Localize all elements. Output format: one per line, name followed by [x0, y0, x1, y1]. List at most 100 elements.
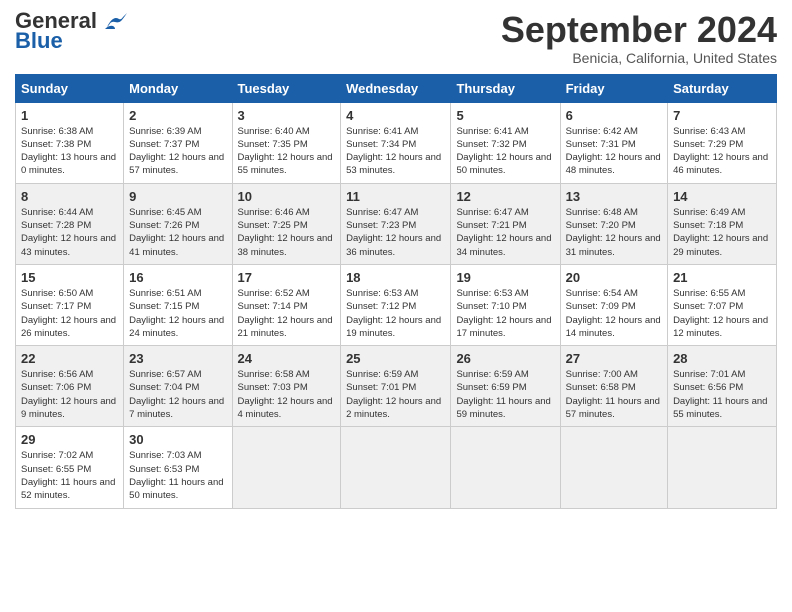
- weekday-header-friday: Friday: [560, 74, 667, 102]
- day-number: 17: [238, 270, 336, 285]
- calendar-week-2: 8 Sunrise: 6:44 AM Sunset: 7:28 PM Dayli…: [16, 183, 777, 264]
- day-cell-14: 14 Sunrise: 6:49 AM Sunset: 7:18 PM Dayl…: [668, 183, 777, 264]
- day-cell-4: 4 Sunrise: 6:41 AM Sunset: 7:34 PM Dayli…: [341, 102, 451, 183]
- day-info: Sunrise: 6:43 AM Sunset: 7:29 PM Dayligh…: [673, 125, 771, 178]
- day-info: Sunrise: 7:01 AM Sunset: 6:56 PM Dayligh…: [673, 368, 771, 421]
- weekday-header-wednesday: Wednesday: [341, 74, 451, 102]
- day-cell-5: 5 Sunrise: 6:41 AM Sunset: 7:32 PM Dayli…: [451, 102, 560, 183]
- empty-cell: [341, 427, 451, 508]
- day-cell-16: 16 Sunrise: 6:51 AM Sunset: 7:15 PM Dayl…: [124, 264, 232, 345]
- day-info: Sunrise: 6:53 AM Sunset: 7:12 PM Dayligh…: [346, 287, 445, 340]
- weekday-header-sunday: Sunday: [16, 74, 124, 102]
- day-number: 16: [129, 270, 226, 285]
- title-area: September 2024 Benicia, California, Unit…: [501, 10, 777, 66]
- day-cell-1: 1 Sunrise: 6:38 AM Sunset: 7:38 PM Dayli…: [16, 102, 124, 183]
- day-cell-30: 30 Sunrise: 7:03 AM Sunset: 6:53 PM Dayl…: [124, 427, 232, 508]
- day-info: Sunrise: 6:50 AM Sunset: 7:17 PM Dayligh…: [21, 287, 118, 340]
- day-number: 13: [566, 189, 662, 204]
- day-number: 27: [566, 351, 662, 366]
- day-cell-20: 20 Sunrise: 6:54 AM Sunset: 7:09 PM Dayl…: [560, 264, 667, 345]
- day-number: 23: [129, 351, 226, 366]
- day-cell-11: 11 Sunrise: 6:47 AM Sunset: 7:23 PM Dayl…: [341, 183, 451, 264]
- day-info: Sunrise: 6:48 AM Sunset: 7:20 PM Dayligh…: [566, 206, 662, 259]
- day-number: 22: [21, 351, 118, 366]
- day-number: 4: [346, 108, 445, 123]
- day-number: 14: [673, 189, 771, 204]
- calendar-week-5: 29 Sunrise: 7:02 AM Sunset: 6:55 PM Dayl…: [16, 427, 777, 508]
- day-info: Sunrise: 6:40 AM Sunset: 7:35 PM Dayligh…: [238, 125, 336, 178]
- day-number: 21: [673, 270, 771, 285]
- day-cell-25: 25 Sunrise: 6:59 AM Sunset: 7:01 PM Dayl…: [341, 346, 451, 427]
- day-cell-2: 2 Sunrise: 6:39 AM Sunset: 7:37 PM Dayli…: [124, 102, 232, 183]
- weekday-header-thursday: Thursday: [451, 74, 560, 102]
- day-info: Sunrise: 6:47 AM Sunset: 7:21 PM Dayligh…: [456, 206, 554, 259]
- empty-cell: [451, 427, 560, 508]
- day-info: Sunrise: 6:47 AM Sunset: 7:23 PM Dayligh…: [346, 206, 445, 259]
- day-cell-28: 28 Sunrise: 7:01 AM Sunset: 6:56 PM Dayl…: [668, 346, 777, 427]
- day-cell-21: 21 Sunrise: 6:55 AM Sunset: 7:07 PM Dayl…: [668, 264, 777, 345]
- day-info: Sunrise: 6:38 AM Sunset: 7:38 PM Dayligh…: [21, 125, 118, 178]
- day-number: 20: [566, 270, 662, 285]
- calendar-week-4: 22 Sunrise: 6:56 AM Sunset: 7:06 PM Dayl…: [16, 346, 777, 427]
- day-number: 3: [238, 108, 336, 123]
- day-info: Sunrise: 7:03 AM Sunset: 6:53 PM Dayligh…: [129, 449, 226, 502]
- day-info: Sunrise: 7:00 AM Sunset: 6:58 PM Dayligh…: [566, 368, 662, 421]
- weekday-header-monday: Monday: [124, 74, 232, 102]
- location: Benicia, California, United States: [501, 50, 777, 66]
- day-info: Sunrise: 6:53 AM Sunset: 7:10 PM Dayligh…: [456, 287, 554, 340]
- day-info: Sunrise: 6:49 AM Sunset: 7:18 PM Dayligh…: [673, 206, 771, 259]
- day-number: 8: [21, 189, 118, 204]
- day-cell-6: 6 Sunrise: 6:42 AM Sunset: 7:31 PM Dayli…: [560, 102, 667, 183]
- day-cell-13: 13 Sunrise: 6:48 AM Sunset: 7:20 PM Dayl…: [560, 183, 667, 264]
- day-cell-7: 7 Sunrise: 6:43 AM Sunset: 7:29 PM Dayli…: [668, 102, 777, 183]
- day-number: 28: [673, 351, 771, 366]
- day-info: Sunrise: 6:44 AM Sunset: 7:28 PM Dayligh…: [21, 206, 118, 259]
- day-info: Sunrise: 6:59 AM Sunset: 6:59 PM Dayligh…: [456, 368, 554, 421]
- day-info: Sunrise: 6:59 AM Sunset: 7:01 PM Dayligh…: [346, 368, 445, 421]
- day-cell-26: 26 Sunrise: 6:59 AM Sunset: 6:59 PM Dayl…: [451, 346, 560, 427]
- day-number: 12: [456, 189, 554, 204]
- day-info: Sunrise: 6:41 AM Sunset: 7:34 PM Dayligh…: [346, 125, 445, 178]
- day-number: 7: [673, 108, 771, 123]
- day-info: Sunrise: 6:41 AM Sunset: 7:32 PM Dayligh…: [456, 125, 554, 178]
- month-title: September 2024: [501, 10, 777, 50]
- day-number: 19: [456, 270, 554, 285]
- header: General Blue September 2024 Benicia, Cal…: [15, 10, 777, 66]
- day-info: Sunrise: 6:55 AM Sunset: 7:07 PM Dayligh…: [673, 287, 771, 340]
- day-cell-23: 23 Sunrise: 6:57 AM Sunset: 7:04 PM Dayl…: [124, 346, 232, 427]
- day-cell-29: 29 Sunrise: 7:02 AM Sunset: 6:55 PM Dayl…: [16, 427, 124, 508]
- day-cell-3: 3 Sunrise: 6:40 AM Sunset: 7:35 PM Dayli…: [232, 102, 341, 183]
- day-cell-12: 12 Sunrise: 6:47 AM Sunset: 7:21 PM Dayl…: [451, 183, 560, 264]
- weekday-header-row: SundayMondayTuesdayWednesdayThursdayFrid…: [16, 74, 777, 102]
- day-info: Sunrise: 7:02 AM Sunset: 6:55 PM Dayligh…: [21, 449, 118, 502]
- day-number: 5: [456, 108, 554, 123]
- day-info: Sunrise: 6:45 AM Sunset: 7:26 PM Dayligh…: [129, 206, 226, 259]
- day-info: Sunrise: 6:54 AM Sunset: 7:09 PM Dayligh…: [566, 287, 662, 340]
- empty-cell: [560, 427, 667, 508]
- day-info: Sunrise: 6:57 AM Sunset: 7:04 PM Dayligh…: [129, 368, 226, 421]
- day-number: 1: [21, 108, 118, 123]
- day-info: Sunrise: 6:39 AM Sunset: 7:37 PM Dayligh…: [129, 125, 226, 178]
- day-number: 2: [129, 108, 226, 123]
- day-info: Sunrise: 6:58 AM Sunset: 7:03 PM Dayligh…: [238, 368, 336, 421]
- empty-cell: [668, 427, 777, 508]
- day-number: 30: [129, 432, 226, 447]
- day-number: 11: [346, 189, 445, 204]
- day-cell-9: 9 Sunrise: 6:45 AM Sunset: 7:26 PM Dayli…: [124, 183, 232, 264]
- day-number: 18: [346, 270, 445, 285]
- logo-bird-icon: [105, 13, 127, 31]
- calendar-week-3: 15 Sunrise: 6:50 AM Sunset: 7:17 PM Dayl…: [16, 264, 777, 345]
- day-cell-27: 27 Sunrise: 7:00 AM Sunset: 6:58 PM Dayl…: [560, 346, 667, 427]
- day-cell-24: 24 Sunrise: 6:58 AM Sunset: 7:03 PM Dayl…: [232, 346, 341, 427]
- day-cell-22: 22 Sunrise: 6:56 AM Sunset: 7:06 PM Dayl…: [16, 346, 124, 427]
- day-number: 24: [238, 351, 336, 366]
- day-cell-19: 19 Sunrise: 6:53 AM Sunset: 7:10 PM Dayl…: [451, 264, 560, 345]
- weekday-header-tuesday: Tuesday: [232, 74, 341, 102]
- day-cell-10: 10 Sunrise: 6:46 AM Sunset: 7:25 PM Dayl…: [232, 183, 341, 264]
- calendar-week-1: 1 Sunrise: 6:38 AM Sunset: 7:38 PM Dayli…: [16, 102, 777, 183]
- day-number: 15: [21, 270, 118, 285]
- day-info: Sunrise: 6:46 AM Sunset: 7:25 PM Dayligh…: [238, 206, 336, 259]
- day-number: 25: [346, 351, 445, 366]
- day-info: Sunrise: 6:51 AM Sunset: 7:15 PM Dayligh…: [129, 287, 226, 340]
- day-number: 6: [566, 108, 662, 123]
